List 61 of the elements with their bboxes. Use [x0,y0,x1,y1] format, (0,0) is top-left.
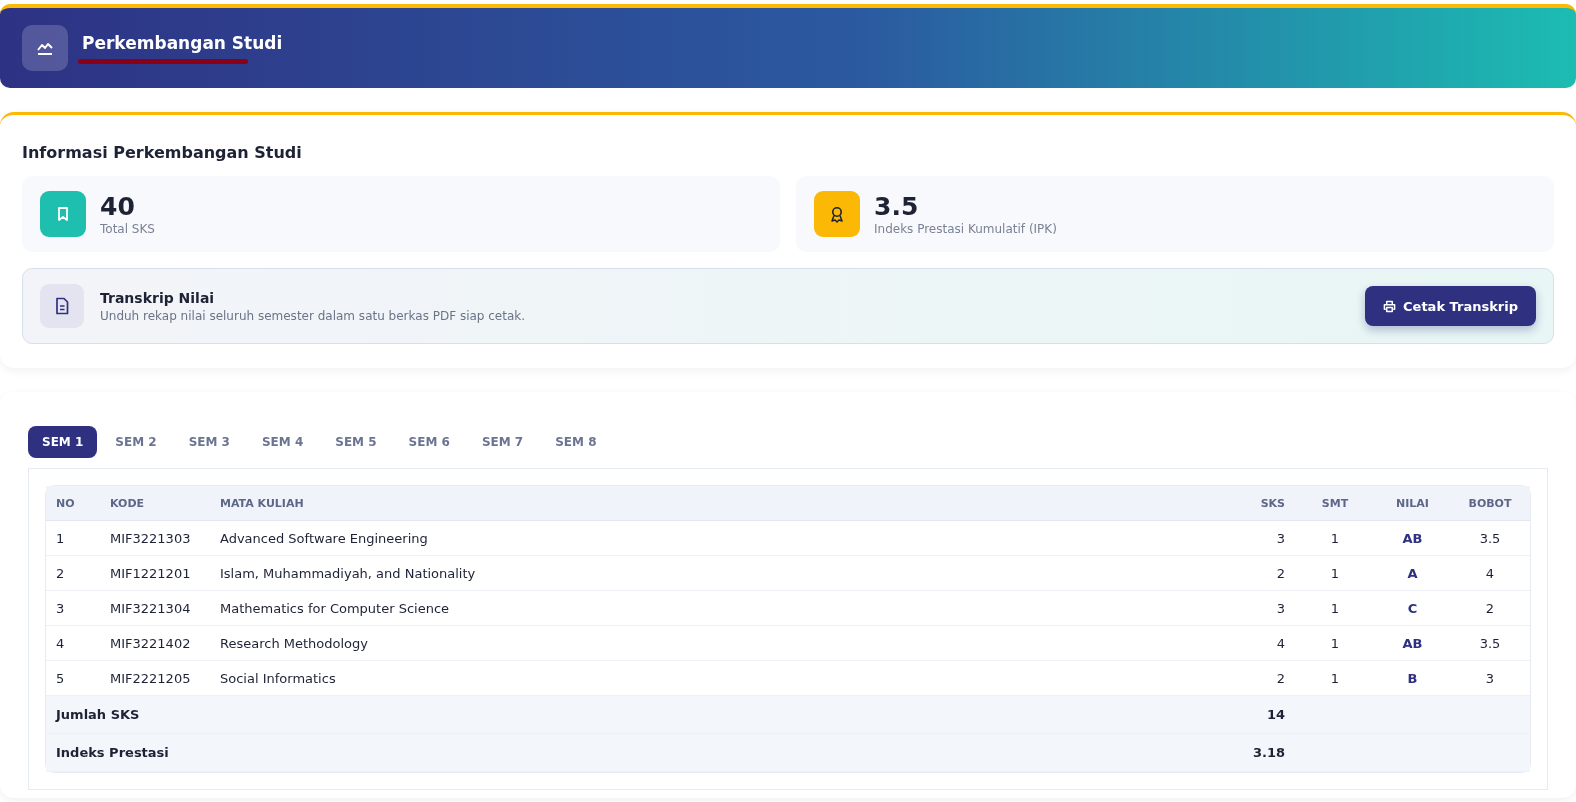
bookmark-icon [40,191,86,237]
stat-label: Total SKS [100,222,155,236]
table-cell: MIF3221304 [100,591,210,626]
chart-icon [22,25,68,71]
semester-tab[interactable]: SEM 6 [394,426,464,458]
semester-tab[interactable]: SEM 3 [174,426,244,458]
table-cell: Mathematics for Computer Science [210,591,1215,626]
column-header: SMT [1295,486,1375,521]
print-transcript-button[interactable]: Cetak Transkrip [1365,286,1536,326]
table-cell: 3 [46,591,100,626]
stat-label: Indeks Prestasi Kumulatif (IPK) [874,222,1057,236]
table-cell: 3 [1215,591,1295,626]
table-cell: 2 [46,556,100,591]
column-header: SKS [1215,486,1295,521]
table-cell: 3.5 [1450,626,1530,661]
table-cell: Islam, Muhammadiyah, and Nationality [210,556,1215,591]
total-label: Jumlah SKS [46,696,1215,734]
semester-tab[interactable]: SEM 5 [321,426,391,458]
table-cell: 3.5 [1450,521,1530,556]
table-cell: MIF3221303 [100,521,210,556]
table-cell: 1 [1295,521,1375,556]
table-cell: 3 [1215,521,1295,556]
table-cell: Research Methodology [210,626,1215,661]
semester-tab[interactable]: SEM 7 [467,426,538,458]
table-cell: C [1375,591,1450,626]
semester-tab[interactable]: SEM 8 [541,426,611,458]
column-header: MATA KULIAH [210,486,1215,521]
award-icon [814,191,860,237]
table-cell: 4 [1450,556,1530,591]
table-cell: 1 [46,521,100,556]
table-cell: 1 [1295,556,1375,591]
total-value: 14 [1215,696,1295,734]
column-header: NO [46,486,100,521]
semester-tab[interactable]: SEM 1 [28,426,98,458]
table-cell: AB [1375,626,1450,661]
stat-value: 40 [100,192,136,222]
column-header: BOBOT [1450,486,1530,521]
table-cell: 1 [1295,626,1375,661]
column-header: NILAI [1375,486,1450,521]
column-header: KODE [100,486,210,521]
table-cell: 2 [1450,591,1530,626]
document-icon [40,284,84,328]
transcript-title: Transkrip Nilai [100,289,216,306]
table-cell: 2 [1215,556,1295,591]
table-cell: 4 [1215,626,1295,661]
table-cell: 1 [1295,591,1375,626]
semester-tab[interactable]: SEM 2 [101,426,171,458]
semester-tab[interactable]: SEM 4 [247,426,318,458]
total-value: 3.18 [1215,734,1295,772]
table-cell: Advanced Software Engineering [210,521,1215,556]
stat-value: 3.5 [874,192,920,222]
table-cell: A [1375,556,1450,591]
table-cell: MIF1221201 [100,556,210,591]
section-title: Informasi Perkembangan Studi [22,143,303,162]
total-label: Indeks Prestasi [46,734,1215,772]
page-title: Perkembangan Studi [82,32,283,53]
table-cell: 4 [46,626,100,661]
printer-icon [1383,299,1397,313]
transcript-description: Unduh rekap nilai seluruh semester dalam satu berkas PDF siap cetak. [100,308,527,323]
table-cell: MIF3221402 [100,626,210,661]
table-cell: AB [1375,521,1450,556]
